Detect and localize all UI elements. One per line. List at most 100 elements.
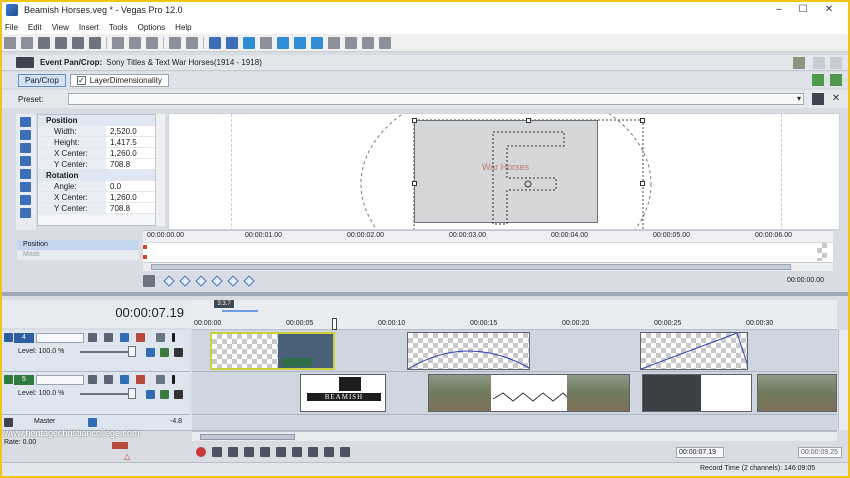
track-lane-1[interactable]	[192, 330, 837, 372]
preset-dropdown[interactable]: ▾	[68, 93, 804, 105]
auto-ripple-icon[interactable]	[311, 36, 323, 49]
show-properties-icon[interactable]	[20, 117, 31, 127]
playhead-handle[interactable]	[332, 318, 337, 330]
make-compositing-child-icon[interactable]	[104, 333, 113, 342]
rate-slider-icon[interactable]	[112, 442, 128, 449]
master-fx-icon[interactable]	[88, 418, 97, 427]
keyframe-marker[interactable]	[143, 255, 147, 259]
next-keyframe-icon[interactable]	[227, 275, 239, 287]
rotation-section[interactable]: Rotation	[38, 170, 164, 181]
first-keyframe-icon[interactable]	[163, 275, 175, 287]
timeline-hscrollbar[interactable]	[192, 431, 837, 441]
title-clip[interactable]	[407, 332, 530, 370]
save-preset-icon[interactable]	[812, 93, 824, 105]
enable-rotation-icon[interactable]	[20, 156, 31, 166]
new-project-icon[interactable]	[4, 36, 16, 49]
stop-icon[interactable]	[276, 447, 286, 457]
arrow-down-icon[interactable]	[174, 390, 183, 399]
title-clip[interactable]	[640, 332, 748, 370]
zoom-tool-icon[interactable]	[260, 36, 272, 49]
next-frame-icon[interactable]	[340, 447, 350, 457]
lane-mask[interactable]: Mask	[17, 250, 139, 260]
pause-icon[interactable]	[260, 447, 270, 457]
resize-handle[interactable]	[640, 181, 645, 186]
help-icon[interactable]	[379, 36, 391, 49]
copy-icon[interactable]	[129, 36, 141, 49]
width-row[interactable]: Width: 2,520.0	[38, 126, 164, 137]
track-name-field[interactable]	[36, 375, 84, 385]
prev-frame-icon[interactable]	[324, 447, 334, 457]
go-to-end-icon[interactable]	[308, 447, 318, 457]
enable-snapping-icon[interactable]	[20, 169, 31, 179]
undo-icon[interactable]	[169, 36, 181, 49]
plugin-chain-icon[interactable]	[830, 74, 842, 86]
parent-icon[interactable]	[160, 390, 169, 399]
prev-keyframe-icon[interactable]	[179, 275, 191, 287]
resize-handle[interactable]	[526, 118, 531, 123]
envelope-tool-icon[interactable]	[226, 36, 238, 49]
pan-crop-canvas[interactable]: War Horses	[168, 113, 840, 230]
menu-options[interactable]: Options	[138, 23, 166, 32]
go-to-start-icon[interactable]	[292, 447, 302, 457]
play-icon[interactable]	[244, 447, 254, 457]
track-fx-icon[interactable]	[136, 375, 145, 384]
panel-divider[interactable]	[0, 292, 850, 296]
track-name-field[interactable]	[36, 333, 84, 343]
track-expand-icon[interactable]	[4, 333, 13, 342]
paste-icon[interactable]	[146, 36, 158, 49]
timeline-vscrollbar[interactable]	[838, 330, 848, 430]
layout-icon[interactable]	[813, 57, 825, 69]
keyframe-end-block[interactable]	[817, 243, 827, 261]
last-keyframe-icon[interactable]	[243, 275, 255, 287]
x-center-row[interactable]: X Center: 1,260.0	[38, 148, 164, 159]
normal-edit-icon[interactable]	[20, 130, 31, 140]
scroll-thumb[interactable]	[200, 434, 295, 440]
menu-file[interactable]: File	[5, 23, 18, 32]
mute-icon[interactable]	[156, 375, 165, 384]
track-lane-2[interactable]: BEAMISH	[192, 372, 837, 415]
grid-icon[interactable]	[830, 57, 842, 69]
properties-icon[interactable]	[89, 36, 101, 49]
position-section[interactable]: Position	[38, 115, 164, 126]
scale-about-center-icon[interactable]	[20, 195, 31, 205]
f-marker[interactable]	[169, 114, 840, 230]
menu-edit[interactable]: Edit	[28, 23, 42, 32]
tab-pan-crop[interactable]: Pan/Crop	[18, 73, 66, 87]
timeline-ruler[interactable]: 3:3.7 00:00:00 00:00:05 00:00:10 00:00:1…	[192, 300, 837, 330]
logo-clip[interactable]: BEAMISH	[300, 374, 386, 412]
title-clip-selected[interactable]	[210, 332, 335, 370]
level-slider-knob[interactable]	[128, 388, 136, 399]
pan-crop-ruler[interactable]: 00:00:00.00 00:00:01.00 00:00:02.00 00:0…	[143, 230, 833, 242]
pan-crop-scrollbar[interactable]	[143, 262, 833, 271]
scroll-thumb[interactable]	[151, 264, 791, 270]
record-icon[interactable]	[196, 447, 206, 457]
track-expand-icon[interactable]	[4, 375, 13, 384]
rotation-x-center-row[interactable]: X Center: 1,260.0	[38, 192, 164, 203]
track-header-1[interactable]: 4 Level: 100.0 %	[0, 330, 190, 372]
arrow-down-icon[interactable]	[174, 348, 183, 357]
render-icon[interactable]	[72, 36, 84, 49]
play-from-start-icon[interactable]	[228, 447, 238, 457]
loop-region[interactable]	[222, 310, 258, 312]
resize-handle[interactable]	[640, 118, 645, 123]
lock-aspect-icon[interactable]	[20, 182, 31, 192]
solo-icon[interactable]	[172, 333, 175, 342]
zoom-edit-icon[interactable]	[20, 143, 31, 153]
keyframe-area[interactable]	[143, 242, 833, 262]
make-compositing-child-icon[interactable]	[104, 375, 113, 384]
composite-mode-icon[interactable]	[88, 375, 97, 384]
track-fx-icon[interactable]	[136, 333, 145, 342]
video-clip[interactable]	[642, 374, 752, 412]
add-plugin-icon[interactable]	[812, 74, 824, 86]
delete-keyframe-icon[interactable]	[211, 275, 223, 287]
track-motion-icon[interactable]	[120, 333, 129, 342]
track-motion-icon[interactable]	[120, 375, 129, 384]
cut-icon[interactable]	[112, 36, 124, 49]
save-as-icon[interactable]	[55, 36, 67, 49]
compositor-icon[interactable]	[146, 348, 155, 357]
rotation-y-center-row[interactable]: Y Center: 708.8	[38, 203, 164, 214]
delete-preset-icon[interactable]: ✕	[830, 93, 842, 105]
height-row[interactable]: Height: 1,417.5	[38, 137, 164, 148]
mute-icon[interactable]	[156, 333, 165, 342]
minimize-button[interactable]: –	[772, 3, 786, 17]
